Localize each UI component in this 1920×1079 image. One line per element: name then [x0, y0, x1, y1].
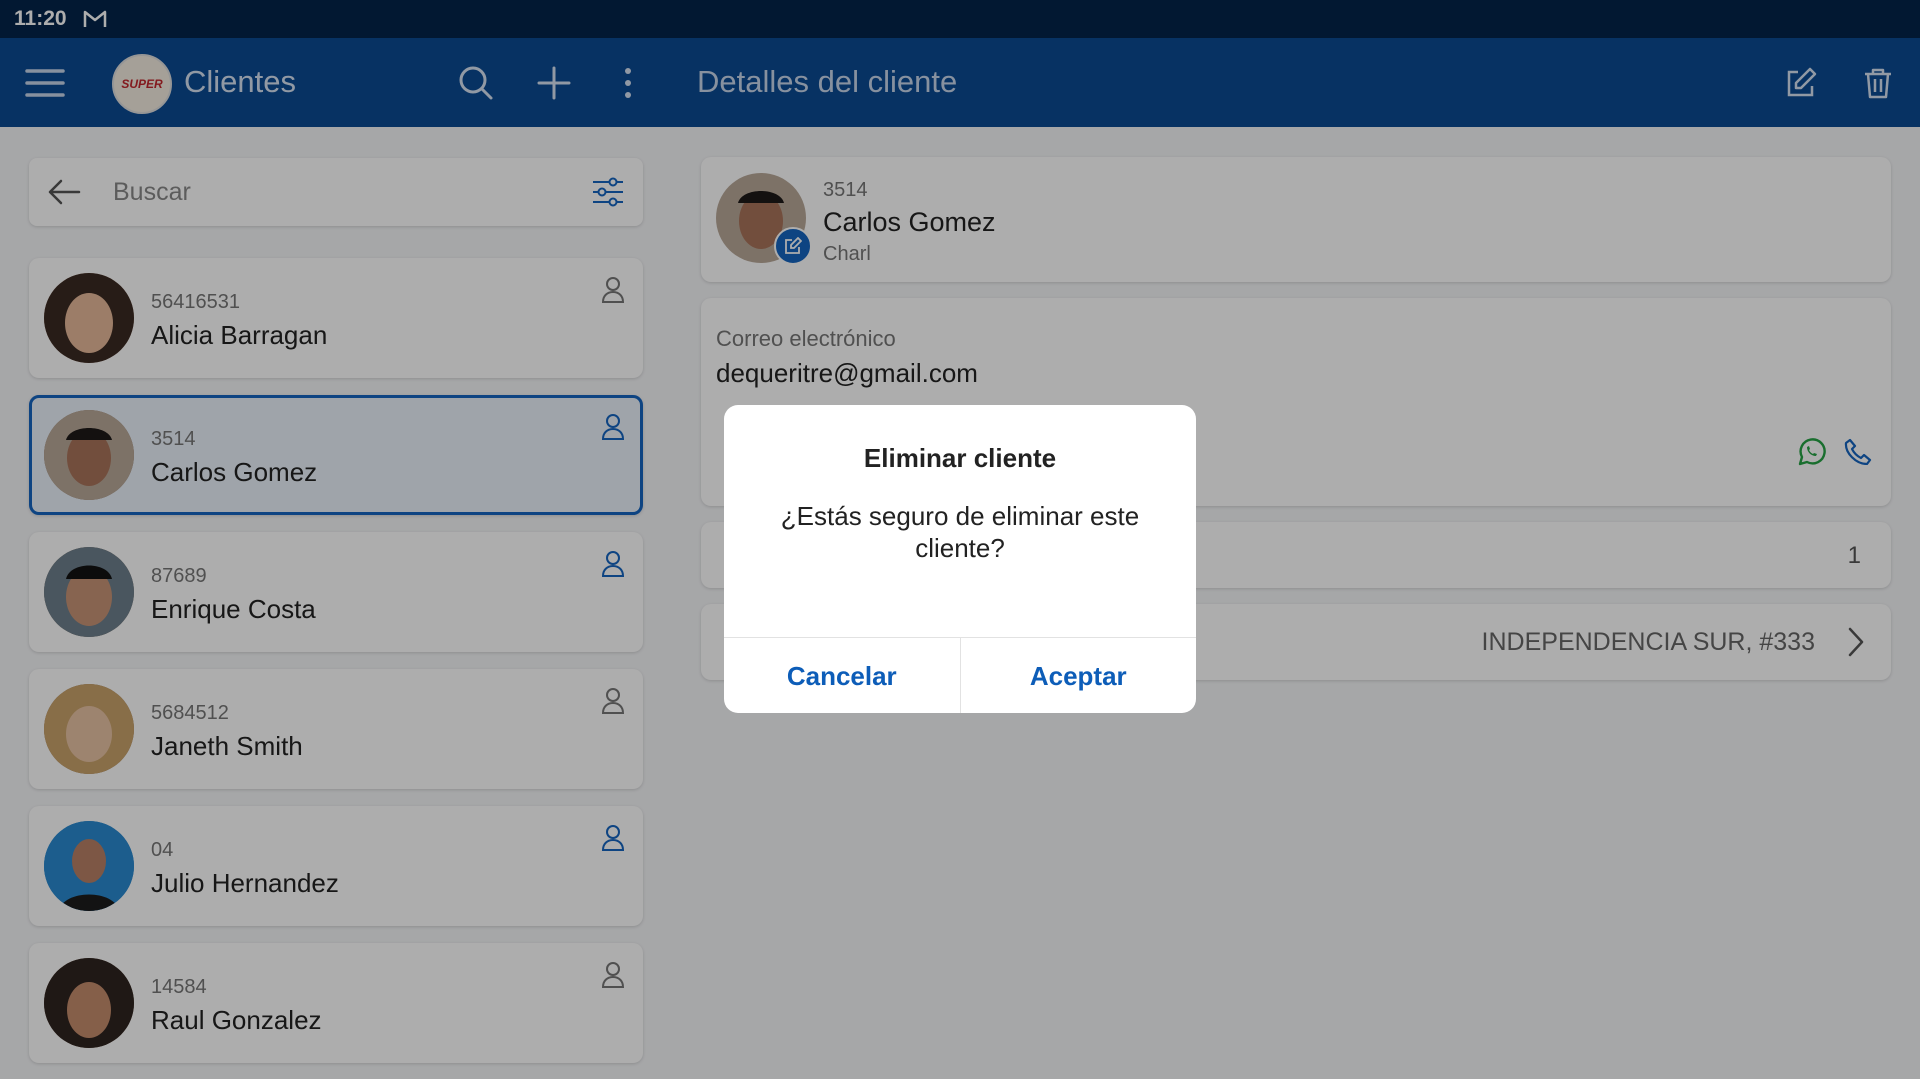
- dialog-actions: Cancelar Aceptar: [724, 637, 1196, 713]
- dialog-title: Eliminar cliente: [863, 443, 1057, 473]
- cancel-button[interactable]: Cancelar: [724, 638, 961, 713]
- dialog-message: ¿Estás seguro de eliminar este cliente?: [780, 501, 1140, 563]
- delete-client-dialog: Eliminar cliente ¿Estás seguro de elimin…: [724, 405, 1196, 713]
- accept-button[interactable]: Aceptar: [961, 638, 1197, 713]
